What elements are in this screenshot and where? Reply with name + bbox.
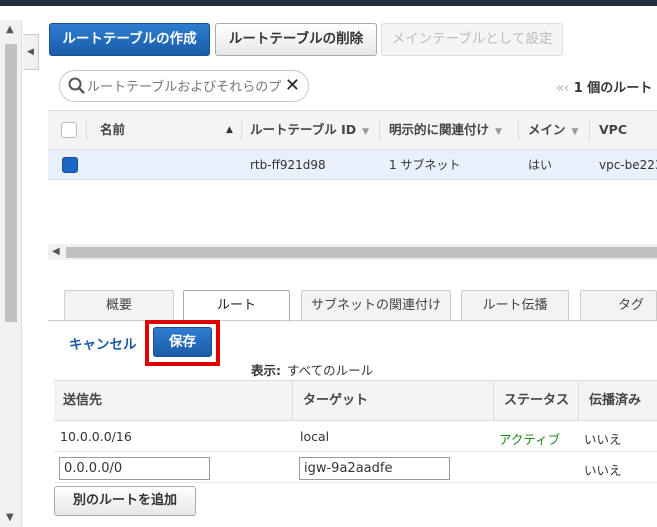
row-vpc: vpc-be223 (599, 158, 657, 172)
sort-icon: ▼ (362, 127, 370, 137)
column-propagated: 伝播済み (589, 393, 642, 408)
column-route-table-id-label: ルートテーブル ID (250, 122, 357, 137)
scroll-up-icon[interactable]: ▲ (6, 24, 14, 35)
scroll-thumb[interactable] (5, 44, 17, 322)
column-vpc[interactable]: VPC (599, 111, 657, 149)
create-route-table-button[interactable]: ルートテーブルの作成 (49, 23, 210, 56)
column-main[interactable]: メイン ▼ (528, 111, 590, 149)
row-main: はい (528, 158, 553, 172)
row-explicit-association: 1 サブネット (389, 158, 461, 172)
save-button[interactable]: 保存 (153, 327, 212, 357)
clear-search-icon[interactable]: ✕ (285, 76, 300, 96)
add-route-button[interactable]: 別のルートを追加 (54, 486, 196, 516)
tabs-divider (48, 320, 657, 321)
column-name[interactable]: 名前 (100, 111, 240, 149)
vertical-scrollbar[interactable]: ▲ ▼ (0, 20, 22, 527)
chevron-left-icon: ◀ (27, 47, 34, 57)
top-bar (0, 0, 657, 6)
pager-text: 1 個のルート (573, 81, 653, 96)
column-route-table-id[interactable]: ルートテーブル ID ▼ (250, 111, 378, 149)
route-target: local (300, 429, 330, 444)
scroll-down-icon[interactable]: ▼ (6, 512, 14, 523)
route-table-header: 名前 ▲ ルートテーブル ID ▼ 明示的に関連付け ▼ メイン ▼ VPC (48, 110, 657, 150)
cancel-link[interactable]: キャンセル (69, 333, 137, 353)
select-all-checkbox[interactable] (61, 122, 77, 138)
row-checkbox[interactable] (62, 157, 78, 173)
column-divider (241, 119, 242, 141)
filter-label: 表示: (251, 363, 281, 378)
new-route-propagated: いいえ (584, 463, 622, 478)
tab-summary[interactable]: 概要 (64, 290, 174, 321)
scroll-left-icon[interactable]: ◀ (52, 244, 60, 260)
route-destination: 10.0.0.0/16 (60, 429, 132, 444)
column-explicit-association[interactable]: 明示的に関連付け ▼ (389, 111, 519, 149)
column-vpc-label: VPC (599, 122, 628, 137)
pager-prev-icon[interactable]: «‹ (556, 81, 569, 96)
horizontal-scrollbar[interactable]: ◀ (48, 244, 657, 260)
collapse-panel-button[interactable]: ◀ (23, 34, 39, 70)
tab-route-propagation[interactable]: ルート伝播 (461, 290, 569, 321)
set-main-table-button[interactable]: メインテーブルとして設定 (381, 23, 563, 56)
routes-header: 送信先 ターゲット ステータス 伝播済み (54, 380, 657, 421)
new-route-target-input[interactable] (299, 457, 450, 480)
column-main-label: メイン (528, 122, 566, 137)
column-divider (578, 381, 579, 420)
table-row[interactable]: rtb-ff921d98 1 サブネット はい vpc-be223 (48, 150, 657, 180)
tab-subnet-associations[interactable]: サブネットの関連付け (301, 290, 451, 321)
column-divider (589, 119, 590, 141)
column-destination: 送信先 (63, 393, 103, 408)
row-route-table-id: rtb-ff921d98 (250, 158, 326, 172)
route-propagated: いいえ (584, 432, 622, 447)
row-divider (54, 451, 657, 452)
tab-routes[interactable]: ルート (183, 290, 290, 322)
search-box[interactable]: ✕ (59, 70, 309, 102)
column-divider (493, 381, 494, 420)
column-divider (86, 119, 87, 141)
sort-asc-icon[interactable]: ▲ (226, 111, 233, 149)
search-icon (68, 77, 85, 94)
new-route-destination-input[interactable] (59, 457, 210, 480)
column-target: ターゲット (303, 393, 369, 408)
filter-value[interactable]: すべてのルール (287, 363, 373, 378)
sort-icon: ▼ (571, 127, 579, 137)
route-status: アクティブ (499, 432, 561, 447)
column-status: ステータス (504, 393, 570, 408)
column-divider (379, 119, 380, 141)
row-divider (54, 482, 657, 483)
column-divider (292, 381, 293, 420)
column-divider (518, 119, 519, 141)
tab-tags[interactable]: タグ (580, 290, 657, 321)
route-filter[interactable]: 表示: すべてのルール (251, 360, 373, 379)
column-explicit-association-label: 明示的に関連付け (389, 122, 490, 137)
horizontal-scroll-thumb[interactable] (66, 247, 657, 258)
column-name-label: 名前 (100, 122, 126, 137)
pagination: «‹ 1 個のルート (556, 77, 652, 96)
search-input[interactable] (87, 77, 287, 97)
delete-route-table-button[interactable]: ルートテーブルの削除 (215, 23, 377, 56)
sort-icon: ▼ (495, 127, 502, 137)
